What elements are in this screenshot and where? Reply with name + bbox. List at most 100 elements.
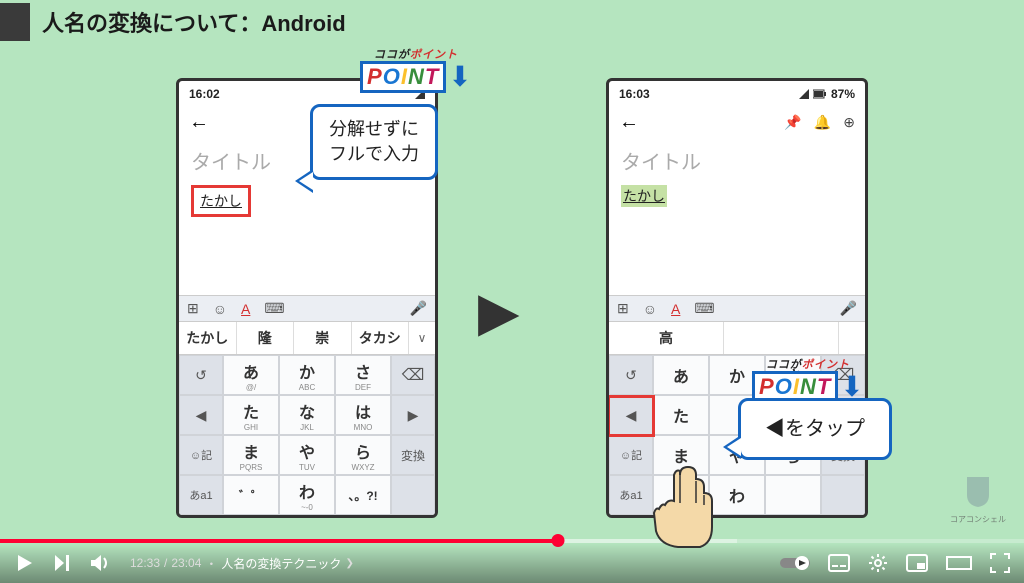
key-ta[interactable]: た [653, 395, 709, 435]
kb-emoji-icon[interactable]: ☺ [213, 301, 227, 317]
key-enter[interactable] [821, 475, 865, 515]
signal-icon [799, 89, 809, 99]
key-emoji-mode[interactable]: ☺記 [609, 435, 653, 475]
video-controls: 12:33 / 23:04 ・ 人名の変換テクニック ❯ [0, 543, 1024, 583]
current-time: 12:33 [130, 556, 160, 570]
suggestion[interactable]: 高 [609, 322, 724, 354]
volume-button[interactable] [90, 553, 112, 573]
bell-icon[interactable]: 🔔 [814, 114, 831, 131]
key-ha[interactable]: はMNO [335, 395, 391, 435]
key-na[interactable]: なJKL [279, 395, 335, 435]
key-emoji-mode[interactable]: ☺記 [179, 435, 223, 475]
key-sa[interactable]: さDEF [335, 355, 391, 395]
suggestion[interactable]: たかし [179, 322, 237, 354]
video-frame: 人名の変換について：Android 16:02 ← 📌 🔔 ⊕ タイトル たかし [0, 0, 1024, 583]
key-ta[interactable]: たGHI [223, 395, 279, 435]
fullscreen-button[interactable] [990, 553, 1010, 573]
time-display: 12:33 / 23:04 ・ 人名の変換テクニック ❯ [130, 555, 354, 572]
point-letters: ココがポイント POINT [360, 61, 446, 93]
kb-add-icon[interactable]: ⊞ [617, 300, 629, 317]
key-ra[interactable]: らWXYZ [335, 435, 391, 475]
watermark: コアコンシェル [950, 475, 1006, 525]
kb-add-icon[interactable]: ⊞ [187, 300, 199, 317]
suggestion-expand-icon[interactable]: ∨ [409, 322, 435, 354]
back-icon[interactable]: ← [189, 111, 209, 134]
battery-percent: 87% [831, 87, 855, 101]
key-punct[interactable] [765, 475, 821, 515]
highlight-box-key [607, 395, 655, 437]
highlight-box-input: たかし [191, 185, 251, 217]
suggestion-expand-icon[interactable] [839, 322, 865, 354]
kb-toolbar: ⊞ ☺ A ⌨ 🎤 [609, 295, 865, 321]
status-icons: 87% [799, 87, 855, 101]
watermark-text: コアコンシェル [950, 514, 1006, 525]
key-ya[interactable]: やTUV [279, 435, 335, 475]
kb-mic-icon[interactable]: 🎤 [410, 300, 427, 317]
suggestion[interactable] [724, 322, 839, 354]
key-input-mode[interactable]: あa1 [609, 475, 653, 515]
title-marker [0, 3, 30, 41]
battery-icon [813, 89, 827, 99]
kb-mic-icon[interactable]: 🎤 [840, 300, 857, 317]
chapter-title[interactable]: 人名の変換テクニック [221, 555, 341, 572]
next-button[interactable] [52, 553, 72, 573]
suggestion[interactable]: 隆 [237, 322, 295, 354]
watermark-badge-icon [965, 475, 991, 507]
autoplay-toggle[interactable] [780, 555, 810, 571]
theater-button[interactable] [946, 554, 972, 572]
key-left-arrow[interactable]: ◀ [179, 395, 223, 435]
keyboard: ⊞ ☺ A ⌨ 🎤 たかし 隆 崇 タカシ ∨ ↺ あ@/ かABC さDEF … [179, 295, 435, 515]
kb-keyboard-icon[interactable]: ⌨ [694, 300, 714, 317]
point-arrow-icon: ⬇ [448, 60, 471, 93]
callout-1-line1: 分解せずに [329, 117, 419, 142]
suggestion-row: 高 [609, 321, 865, 355]
back-icon[interactable]: ← [619, 111, 639, 134]
pin-icon[interactable]: 📌 [784, 114, 801, 131]
suggestion[interactable]: 崇 [294, 322, 352, 354]
note-body: タイトル たかし [609, 142, 865, 247]
key-right-arrow[interactable]: ▶ [391, 395, 435, 435]
archive-icon[interactable]: ⊕ [843, 114, 855, 131]
point-badge-1: ココがポイント POINT ⬇ [360, 60, 472, 93]
status-time: 16:03 [619, 87, 650, 101]
pointing-hand-icon [650, 461, 730, 551]
callout-2: ◀をタップ [738, 398, 892, 460]
key-punct[interactable]: 、。?! [335, 475, 391, 515]
key-a[interactable]: あ@/ [223, 355, 279, 395]
key-reverse[interactable]: ↺ [609, 355, 653, 395]
key-input-mode[interactable]: あa1 [179, 475, 223, 515]
miniplayer-button[interactable] [906, 554, 928, 572]
status-bar: 16:03 87% [609, 81, 865, 103]
kb-format-a[interactable]: A [241, 301, 250, 317]
header-actions: 📌 🔔 ⊕ [784, 114, 855, 131]
duration: 23:04 [171, 556, 201, 570]
kb-toolbar: ⊞ ☺ A ⌨ 🎤 [179, 295, 435, 321]
typed-text: たかし [621, 185, 667, 207]
key-a[interactable]: あ [653, 355, 709, 395]
slide-title-bar: 人名の変換について：Android [0, 0, 1024, 44]
key-reverse[interactable]: ↺ [179, 355, 223, 395]
key-ka[interactable]: かABC [279, 355, 335, 395]
typed-text: たかし [198, 190, 244, 212]
kb-keyboard-icon[interactable]: ⌨ [264, 300, 284, 317]
transition-arrow-icon: ▶ [478, 280, 520, 343]
captions-button[interactable] [828, 554, 850, 572]
kb-grid: ↺ あ@/ かABC さDEF ⌫ ◀ たGHI なJKL はMNO ▶ ☺記 … [179, 355, 435, 515]
kb-emoji-icon[interactable]: ☺ [643, 301, 657, 317]
key-wa[interactable]: わ~-0 [279, 475, 335, 515]
status-time: 16:02 [189, 87, 220, 101]
key-backspace[interactable]: ⌫ [391, 355, 435, 395]
key-symbol[interactable]: ゛゜ [223, 475, 279, 515]
suggestion[interactable]: タカシ [352, 322, 410, 354]
chapter-chevron-icon[interactable]: ❯ [345, 558, 353, 569]
point-pretext: ココがポイント [766, 356, 850, 372]
settings-button[interactable] [868, 553, 888, 573]
key-enter[interactable] [391, 475, 435, 515]
callout-2-text: ◀をタップ [765, 415, 865, 443]
kb-format-a[interactable]: A [671, 301, 680, 317]
suggestion-row: たかし 隆 崇 タカシ ∨ [179, 321, 435, 355]
key-ma[interactable]: まPQRS [223, 435, 279, 475]
play-button[interactable] [14, 553, 34, 573]
note-title-placeholder: タイトル [621, 146, 853, 175]
key-convert[interactable]: 変換 [391, 435, 435, 475]
